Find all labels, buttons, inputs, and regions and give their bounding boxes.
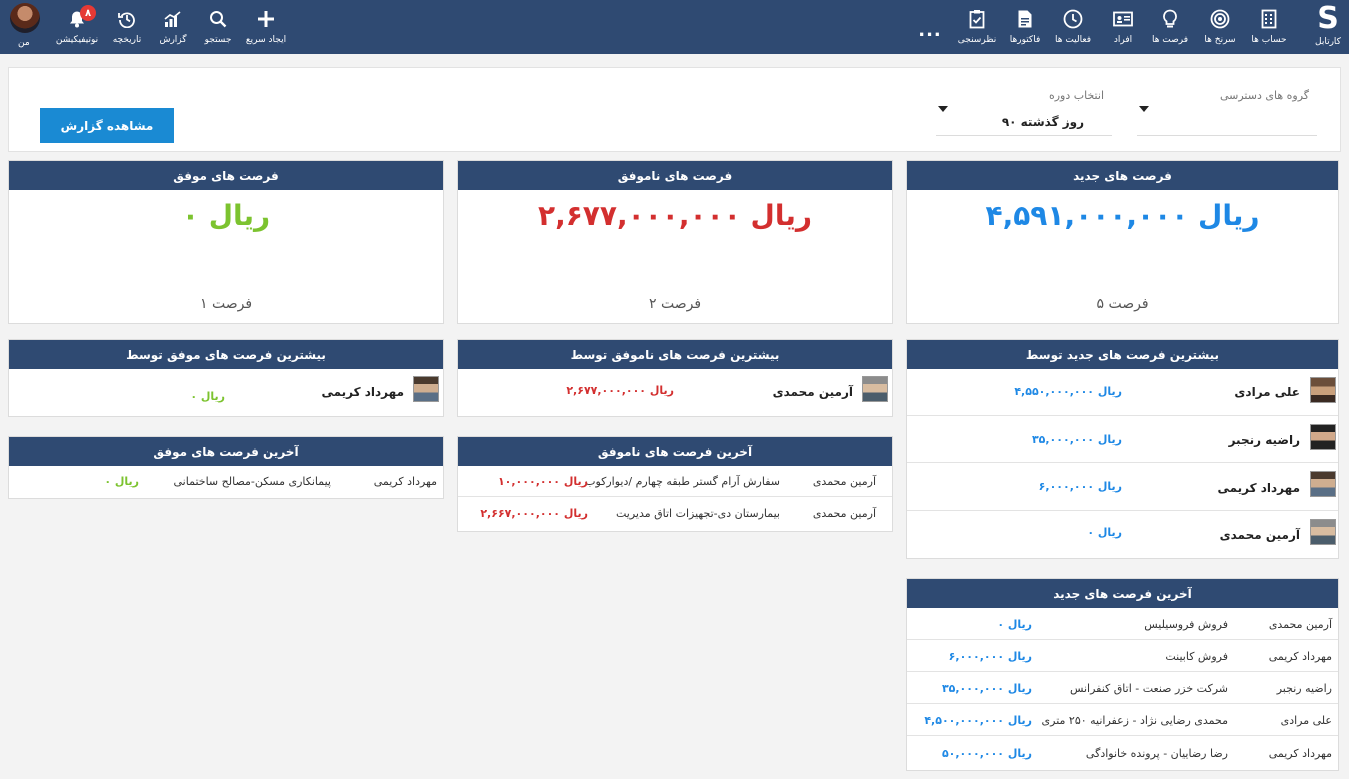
clock-icon — [1062, 8, 1084, 30]
list-item[interactable]: آرمین محمدی ۲,۶۷۷,۰۰۰,۰۰۰ ریال — [458, 369, 892, 416]
document-icon — [1014, 8, 1036, 30]
list-item[interactable]: علی مرادی ۴,۵۵۰,۰۰۰,۰۰۰ ریال — [907, 369, 1338, 416]
panel-title: بیشترین فرصت های ناموفق توسط — [458, 340, 892, 369]
nav-surveys[interactable]: نظرسنجی — [955, 0, 999, 54]
search-button[interactable]: جستجو — [202, 0, 234, 54]
panel-title: فرصت های موفق — [9, 161, 443, 190]
top-navigation-bar: S کارتابل حساب ها سرنخ ها فرصت ها افراد … — [0, 0, 1349, 54]
list-item[interactable]: راضیه رنجبر ۳۵,۰۰۰,۰۰۰ ریال — [907, 416, 1338, 463]
period-select[interactable]: انتخاب دوره ۹۰ روز گذشته — [936, 86, 1112, 136]
panel-title: بیشترین فرصت های جدید توسط — [907, 340, 1338, 369]
kpi-amount: ۲,۶۷۷,۰۰۰,۰۰۰ ریال — [537, 199, 812, 232]
kpi-amount: ۰ ریال — [181, 199, 271, 232]
last-new-panel: آخرین فرصت های جدید آرمین محمدی فروش فرو… — [906, 578, 1339, 771]
target-icon — [1209, 8, 1231, 30]
table-row[interactable]: آرمین محمدی فروش فروسیلیس ۰ ریال — [907, 608, 1338, 640]
history-button[interactable]: تاریخچه — [110, 0, 144, 54]
panel-title: آخرین فرصت های ناموفق — [458, 437, 892, 466]
panel-title: فرصت های جدید — [907, 161, 1338, 190]
kpi-lost-opportunities: فرصت های ناموفق ۲,۶۷۷,۰۰۰,۰۰۰ ریال ۲ فرص… — [457, 160, 893, 324]
top-lost-by-panel: بیشترین فرصت های ناموفق توسط آرمین محمدی… — [457, 339, 893, 417]
view-report-button[interactable]: مشاهده گزارش — [40, 108, 174, 143]
list-item[interactable]: مهرداد کریمی ۰ ریال — [9, 369, 443, 416]
plus-icon — [255, 8, 277, 30]
nav-people[interactable]: افراد — [1108, 0, 1138, 54]
list-item[interactable]: آرمین محمدی ۰ ریال — [907, 511, 1338, 558]
panel-title: آخرین فرصت های جدید — [907, 579, 1338, 608]
search-icon — [207, 8, 229, 30]
account-icon — [1258, 8, 1280, 30]
kpi-count: ۱ فرصت — [199, 296, 253, 312]
history-icon — [116, 8, 138, 30]
report-button[interactable]: گزارش — [158, 0, 188, 54]
avatar — [1310, 519, 1336, 545]
avatar — [1310, 471, 1336, 497]
avatar — [1310, 424, 1336, 450]
kpi-amount: ۴,۵۹۱,۰۰۰,۰۰۰ ریال — [985, 199, 1260, 232]
nav-invoices[interactable]: فاکتورها — [1005, 0, 1045, 54]
chevron-down-icon — [938, 106, 948, 112]
clipboard-icon — [966, 8, 988, 30]
last-won-panel: آخرین فرصت های موفق مهرداد کریمی پیمانکا… — [8, 436, 444, 499]
nav-opportunities[interactable]: فرصت ها — [1152, 0, 1188, 54]
table-row[interactable]: مهرداد کریمی فروش کابینت ۶,۰۰۰,۰۰۰ ریال — [907, 640, 1338, 672]
nav-leads[interactable]: سرنخ ها — [1202, 0, 1238, 54]
report-filter-panel: گروه های دسترسی انتخاب دوره ۹۰ روز گذشته… — [8, 67, 1341, 152]
nav-activities[interactable]: فعالیت ها — [1052, 0, 1094, 54]
table-row[interactable]: علی مرادی محمدی رضایی نژاد - زعفرانیه ۲۵… — [907, 704, 1338, 736]
top-new-by-panel: بیشترین فرصت های جدید توسط علی مرادی ۴,۵… — [906, 339, 1339, 559]
avatar — [1310, 377, 1336, 403]
list-item[interactable]: مهرداد کریمی ۶,۰۰۰,۰۰۰ ریال — [907, 463, 1338, 511]
nav-accounts[interactable]: حساب ها — [1251, 0, 1287, 54]
access-group-select[interactable]: گروه های دسترسی — [1137, 86, 1317, 136]
table-row[interactable]: آرمین محمدی بیمارستان دی-تجهیزات اتاق مد… — [458, 497, 892, 530]
quick-create-button[interactable]: ایجاد سریع — [244, 0, 288, 54]
chevron-down-icon — [1139, 106, 1149, 112]
avatar — [413, 376, 439, 402]
me-label[interactable]: من — [18, 38, 30, 48]
panel-title: بیشترین فرصت های موفق توسط — [9, 340, 443, 369]
top-won-by-panel: بیشترین فرصت های موفق توسط مهرداد کریمی … — [8, 339, 444, 417]
kpi-count: ۲ فرصت — [648, 296, 702, 312]
kpi-won-opportunities: فرصت های موفق ۰ ریال ۱ فرصت — [8, 160, 444, 324]
table-row[interactable]: مهرداد کریمی رضا رضاییان - پرونده خانواد… — [907, 736, 1338, 770]
avatar — [862, 376, 888, 402]
kpi-count: ۵ فرصت — [1096, 296, 1149, 312]
chart-icon — [162, 8, 184, 30]
lightbulb-icon — [1159, 8, 1181, 30]
user-avatar[interactable] — [10, 3, 40, 33]
panel-title: آخرین فرصت های موفق — [9, 437, 443, 466]
table-row[interactable]: مهرداد کریمی پیمانکاری مسکن-مصالح ساختما… — [9, 466, 443, 497]
table-row[interactable]: آرمین محمدی سفارش آرام گستر طبقه چهارم /… — [458, 466, 892, 497]
panel-title: فرصت های ناموفق — [458, 161, 892, 190]
logo-icon: S — [1317, 1, 1339, 36]
id-card-icon — [1112, 8, 1134, 30]
kartabl-nav-item[interactable]: S کارتابل — [1308, 0, 1348, 54]
notification-count-badge: ۸ — [80, 5, 96, 21]
more-menu-button[interactable]: ... — [915, 20, 945, 41]
last-lost-panel: آخرین فرصت های ناموفق آرمین محمدی سفارش … — [457, 436, 893, 532]
kpi-new-opportunities: فرصت های جدید ۴,۵۹۱,۰۰۰,۰۰۰ ریال ۵ فرصت — [906, 160, 1339, 324]
table-row[interactable]: راضیه رنجبر شرکت خزر صنعت - اتاق کنفرانس… — [907, 672, 1338, 704]
